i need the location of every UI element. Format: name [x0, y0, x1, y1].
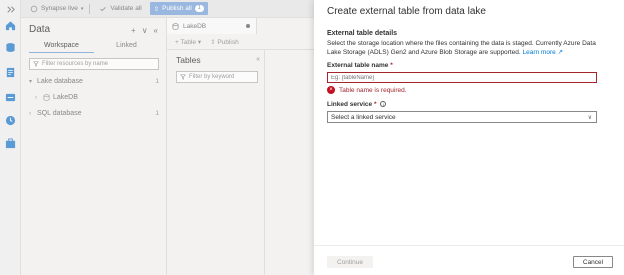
error-icon: × [327, 86, 335, 94]
develop-icon[interactable] [5, 67, 16, 78]
data-pane: Data + ∨ « Workspace Linked Filter resou… [21, 18, 167, 275]
external-link-icon: ↗ [557, 48, 564, 56]
validate-all-button[interactable]: Validate all [99, 5, 142, 13]
publish-all-button[interactable]: ⇧ Publish all 1 [149, 2, 208, 15]
table-name-error: × Table name is required. [327, 86, 407, 94]
add-table-label: Table [180, 38, 197, 46]
database-icon [43, 94, 50, 101]
footer-divider [314, 245, 624, 246]
home-icon[interactable] [5, 20, 16, 31]
required-mark: * [373, 101, 377, 108]
tree-item-lake-database[interactable]: ▾ Lake database 1 [29, 76, 163, 87]
keyword-filter-input[interactable]: Filter by keyword [176, 71, 258, 83]
publish-all-label: Publish all [162, 5, 192, 12]
tab-linked[interactable]: Linked [94, 40, 159, 53]
filter-icon [33, 61, 39, 67]
toolbar-divider [89, 3, 91, 14]
add-icon[interactable]: + [131, 26, 136, 35]
data-icon[interactable] [5, 42, 16, 53]
tables-pane: Tables « Filter by keyword [167, 50, 265, 275]
manage-icon[interactable] [5, 138, 16, 149]
upload-icon: ⇧ [153, 5, 160, 13]
database-icon [172, 22, 179, 30]
linked-service-label-text: Linked service [327, 101, 373, 108]
resource-filter-placeholder: Filter resources by name [42, 61, 109, 67]
unsaved-dot-icon [246, 24, 250, 28]
check-icon [100, 6, 107, 11]
learn-more-link[interactable]: Learn more ↗ [523, 49, 564, 56]
chevron-right-icon[interactable]: › [29, 111, 37, 117]
resource-filter-input[interactable]: Filter resources by name [29, 58, 159, 70]
tables-title: Tables [176, 55, 201, 65]
synapse-icon [30, 5, 38, 12]
data-pane-title: Data [29, 24, 51, 35]
cancel-button[interactable]: Cancel [573, 256, 613, 268]
info-icon[interactable]: i [380, 101, 387, 108]
tree-item-label: LakeDB [53, 94, 78, 101]
synapse-live-label: Synapse live [41, 5, 78, 12]
publish-label: Publish [217, 38, 239, 46]
table-name-label: External table name * [327, 62, 393, 69]
expand-icon[interactable] [5, 4, 16, 15]
continue-button[interactable]: Continue [327, 256, 373, 268]
learn-more-label: Learn more [522, 48, 556, 56]
integrate-icon[interactable] [5, 92, 16, 103]
tree-item-label: Lake database [37, 78, 83, 85]
tab-workspace[interactable]: Workspace [29, 40, 94, 53]
keyword-filter-placeholder: Filter by keyword [189, 74, 235, 80]
section-description: Select the storage location where the fi… [327, 40, 607, 57]
tree-item-count: 1 [155, 78, 159, 85]
validate-all-label: Validate all [110, 5, 142, 12]
data-pane-actions: + ∨ « [131, 26, 158, 35]
nav-rail [0, 0, 21, 275]
tree-item-sql-database[interactable]: › SQL database 1 [29, 108, 163, 119]
table-name-error-text: Table name is required. [339, 86, 407, 94]
chevron-down-icon: ▾ [80, 5, 84, 12]
top-toolbar: Synapse live ▾ Validate all ⇧ Publish al… [21, 0, 314, 18]
linked-service-value: Select a linked service [331, 113, 396, 121]
tree-item-count: 1 [155, 110, 159, 117]
collapse-icon[interactable]: « [256, 56, 260, 63]
editor-toolbar: + Table ▾ ⇧ Publish [167, 34, 314, 50]
publish-count-badge: 1 [194, 5, 204, 12]
publish-button[interactable]: ⇧ Publish [210, 38, 239, 46]
synapse-live-button[interactable]: Synapse live ▾ [30, 5, 83, 13]
tree-item-label: SQL database [37, 110, 82, 117]
doc-tab-label: LakeDB [183, 22, 207, 30]
double-chevron-left-icon[interactable]: « [154, 26, 158, 35]
table-name-input[interactable] [327, 72, 597, 83]
required-mark: * [390, 62, 393, 69]
section-header: External table details [327, 30, 398, 37]
chevron-right-icon[interactable]: › [35, 95, 43, 101]
filter-icon [180, 74, 186, 80]
collapse-all-icon[interactable]: ∨ [142, 26, 148, 35]
linked-service-label: Linked service * i [327, 101, 387, 108]
panel-title: Create external table from data lake [327, 6, 486, 17]
editor-pane: LakeDB + Table ▾ ⇧ Publish Tables « Filt… [167, 18, 314, 275]
create-external-table-panel: Create external table from data lake Ext… [314, 0, 624, 275]
chevron-down-icon[interactable]: ▾ [29, 78, 37, 85]
chevron-down-icon: ∨ [587, 115, 592, 121]
tree-item-lakedb[interactable]: › LakeDB [29, 92, 163, 103]
monitor-icon[interactable] [5, 115, 16, 126]
linked-service-select[interactable]: Select a linked service ∨ [327, 111, 597, 123]
table-name-label-text: External table name [327, 62, 389, 69]
add-table-button[interactable]: + Table ▾ [175, 38, 201, 46]
data-tabs: Workspace Linked [29, 40, 159, 53]
tab-lakedb[interactable]: LakeDB [167, 18, 257, 34]
